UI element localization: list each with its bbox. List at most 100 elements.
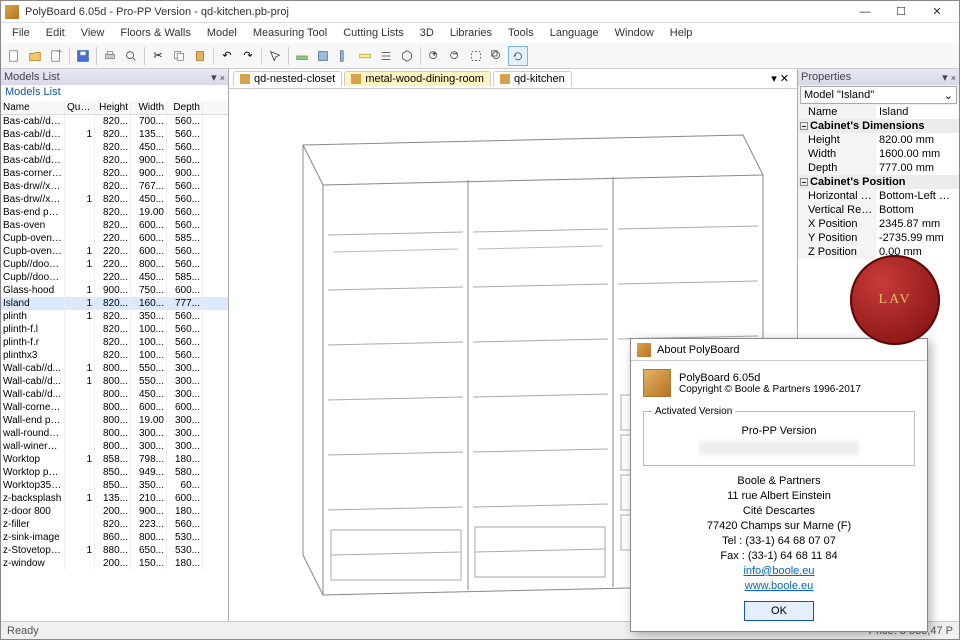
table-row[interactable]: z-sink-image860...800...530... (1, 531, 228, 544)
property-row[interactable]: Width1600.00 mm (798, 147, 959, 161)
pin-icon[interactable]: ▾ (942, 72, 948, 84)
table-row[interactable]: Wall-end pa...800...19.00300... (1, 414, 228, 427)
table-row[interactable]: Cupb//door-...220...450...585... (1, 271, 228, 284)
maximize-button[interactable]: ☐ (883, 2, 919, 22)
copy-icon[interactable] (169, 46, 189, 66)
table-row[interactable]: plinth1820...350...560... (1, 310, 228, 323)
print-icon[interactable] (100, 46, 120, 66)
table-row[interactable]: Wall-cab//d...800...450...300... (1, 388, 228, 401)
property-section[interactable]: −Cabinet's Position (798, 175, 959, 189)
zoom-out-icon[interactable]: − (445, 46, 465, 66)
rotate-icon[interactable] (508, 46, 528, 66)
tab-qd-nested-closet[interactable]: qd-nested-closet (233, 71, 342, 86)
table-row[interactable]: plinthx3820...100...560... (1, 349, 228, 362)
cabinet-icon[interactable] (313, 46, 333, 66)
table-row[interactable]: Bas-cab//do...820...900...560... (1, 154, 228, 167)
floor-icon[interactable] (292, 46, 312, 66)
table-row[interactable]: Bas-corner/...820...900...900... (1, 167, 228, 180)
paste-icon[interactable] (190, 46, 210, 66)
menu-window[interactable]: Window (608, 25, 661, 41)
table-row[interactable]: Bas-drw//x3...1820...450...560... (1, 193, 228, 206)
new-model-icon[interactable]: + (46, 46, 66, 66)
table-row[interactable]: z-filler820...223...560... (1, 518, 228, 531)
panel-close-icon[interactable]: × (220, 73, 225, 83)
table-row[interactable]: Worktop p850850...949...580... (1, 466, 228, 479)
models-list-tab[interactable]: Models List (1, 85, 228, 101)
table-row[interactable]: Bas-end panel820...19.00560... (1, 206, 228, 219)
col-name[interactable]: Name (1, 101, 65, 114)
ruler-icon[interactable] (355, 46, 375, 66)
print-preview-icon[interactable] (121, 46, 141, 66)
table-row[interactable]: Glass-hood1900...750...600... (1, 284, 228, 297)
ok-button[interactable]: OK (744, 601, 814, 621)
table-row[interactable]: z-window200...150...180... (1, 557, 228, 570)
table-row[interactable]: Bas-cab//do...820...450...560... (1, 141, 228, 154)
property-row[interactable]: X Position2345.87 mm (798, 217, 959, 231)
zoom-fit-icon[interactable] (466, 46, 486, 66)
table-row[interactable]: wall-round-she800...300...300... (1, 427, 228, 440)
cut-icon[interactable]: ✂ (148, 46, 168, 66)
property-section[interactable]: −Cabinet's Dimensions (798, 119, 959, 133)
col-width[interactable]: Width (131, 101, 167, 114)
model-selector[interactable]: Model "Island"⌄ (800, 86, 957, 104)
about-email-link[interactable]: info@boole.eu (743, 565, 814, 577)
table-row[interactable]: Worktop1858...798...180... (1, 453, 228, 466)
pin-icon[interactable]: ▾ (211, 72, 217, 84)
table-row[interactable]: Cupb-oven/...1220...600...560... (1, 245, 228, 258)
table-row[interactable]: Island1820...160...777... (1, 297, 228, 310)
table-row[interactable]: plinth-f.l820...100...560... (1, 323, 228, 336)
open-icon[interactable] (25, 46, 45, 66)
table-row[interactable]: wall-winerack800...300...300... (1, 440, 228, 453)
table-row[interactable]: Wall-cab//d...1800...550...300... (1, 375, 228, 388)
table-row[interactable]: Bas-cab//do...820...700...560... (1, 115, 228, 128)
menu-edit[interactable]: Edit (39, 25, 72, 41)
property-row[interactable]: Vertical Refe...Bottom (798, 203, 959, 217)
table-row[interactable]: z-Stovetop p...1880...650...530... (1, 544, 228, 557)
property-row[interactable]: Depth777.00 mm (798, 161, 959, 175)
table-row[interactable]: plinth-f.r820...100...560... (1, 336, 228, 349)
menu-tools[interactable]: Tools (501, 25, 541, 41)
table-row[interactable]: Wall-cab//d...1800...550...300... (1, 362, 228, 375)
table-row[interactable]: z-door 800200...900...180... (1, 505, 228, 518)
property-row[interactable]: Height820.00 mm (798, 133, 959, 147)
property-row[interactable]: Horizontal R...Bottom-Left Corner (798, 189, 959, 203)
tabs-close-icon[interactable]: ▾ ✕ (767, 72, 793, 85)
tab-qd-kitchen[interactable]: qd-kitchen (493, 71, 572, 86)
panel-icon[interactable] (334, 46, 354, 66)
menu-language[interactable]: Language (543, 25, 606, 41)
select-icon[interactable] (265, 46, 285, 66)
table-row[interactable]: Wall-corner/...800...600...600... (1, 401, 228, 414)
col-height[interactable]: Height (95, 101, 131, 114)
table-row[interactable]: Cupb//door-...1220...800...560... (1, 258, 228, 271)
menu-file[interactable]: File (5, 25, 37, 41)
list-icon[interactable] (376, 46, 396, 66)
menu-cutting-lists[interactable]: Cutting Lists (336, 25, 411, 41)
models-list[interactable]: Bas-cab//do...820...700...560...Bas-cab/… (1, 115, 228, 621)
table-row[interactable]: Bas-drw//x3...820...767...560... (1, 180, 228, 193)
redo-icon[interactable]: ↷ (238, 46, 258, 66)
close-button[interactable]: ✕ (919, 2, 955, 22)
menu-help[interactable]: Help (663, 25, 700, 41)
menu-measuring-tool[interactable]: Measuring Tool (246, 25, 334, 41)
about-web-link[interactable]: www.boole.eu (745, 580, 814, 592)
panel-close-icon[interactable]: × (951, 73, 956, 83)
col-depth[interactable]: Depth (167, 101, 203, 114)
col-quantity[interactable]: Quantity (65, 101, 95, 114)
new-icon[interactable] (4, 46, 24, 66)
menu-model[interactable]: Model (200, 25, 244, 41)
table-row[interactable]: Bas-cab//do...1820...135...560... (1, 128, 228, 141)
table-row[interactable]: Worktop3500850...350...60... (1, 479, 228, 492)
undo-icon[interactable]: ↶ (217, 46, 237, 66)
table-row[interactable]: Bas-oven820...600...560... (1, 219, 228, 232)
minimize-button[interactable]: — (847, 2, 883, 22)
property-row[interactable]: Y Position-2735.99 mm (798, 231, 959, 245)
save-icon[interactable] (73, 46, 93, 66)
table-row[interactable]: z-backsplash1135...210...600... (1, 492, 228, 505)
zoom-window-icon[interactable] (487, 46, 507, 66)
menu--d[interactable]: 3D (413, 25, 441, 41)
property-row[interactable]: NameIsland (798, 105, 959, 119)
zoom-in-icon[interactable]: + (424, 46, 444, 66)
menu-floors-walls[interactable]: Floors & Walls (113, 25, 198, 41)
cube-icon[interactable] (397, 46, 417, 66)
tab-metal-wood-dining-room[interactable]: metal-wood-dining-room (344, 71, 491, 86)
